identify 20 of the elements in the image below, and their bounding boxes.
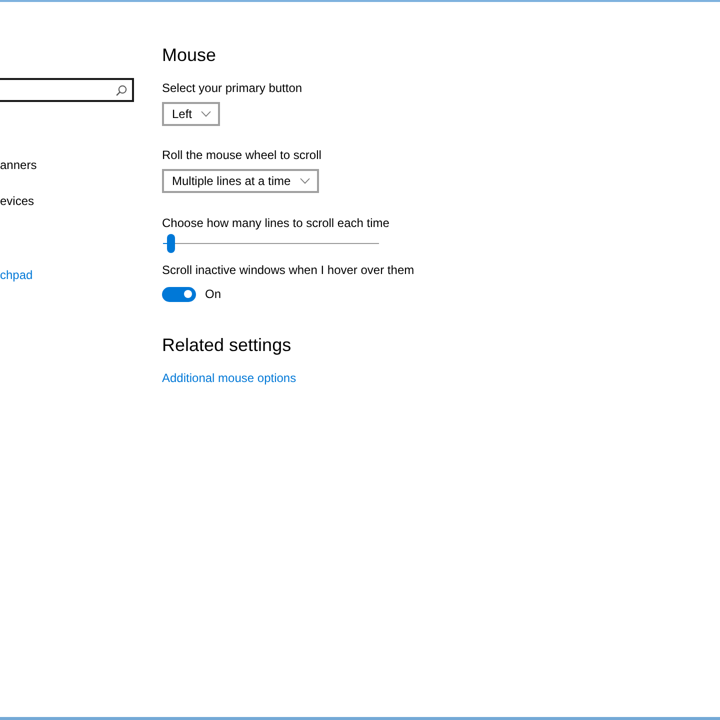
related-link[interactable]: Additional mouse options xyxy=(162,369,296,387)
dropdown[interactable]: Left xyxy=(162,102,220,126)
sidebar-item[interactable]: anners xyxy=(0,156,37,174)
page-title: Mouse xyxy=(162,44,216,67)
section-heading: Related settings xyxy=(162,334,292,357)
search-icon xyxy=(116,84,127,96)
slider[interactable] xyxy=(163,234,379,253)
setting-label: Scroll inactive windows when I hover over them xyxy=(162,262,414,279)
setting-label: Choose how many lines to scroll each time xyxy=(162,215,390,232)
chevron-down-icon xyxy=(201,111,212,117)
sidebar-item[interactable]: chpad xyxy=(0,266,33,284)
setting-label: Roll the mouse wheel to scroll xyxy=(162,147,322,164)
search-field[interactable] xyxy=(0,78,134,102)
dropdown[interactable]: Multiple lines at a time xyxy=(162,169,319,193)
slider-thumb[interactable] xyxy=(167,234,176,253)
toggle-state-label: On xyxy=(205,286,222,303)
setting-label: Select your primary button xyxy=(162,80,302,97)
toggle-switch[interactable] xyxy=(162,286,196,302)
chevron-down-icon xyxy=(300,178,310,184)
sidebar-item[interactable]: evices xyxy=(0,192,34,210)
